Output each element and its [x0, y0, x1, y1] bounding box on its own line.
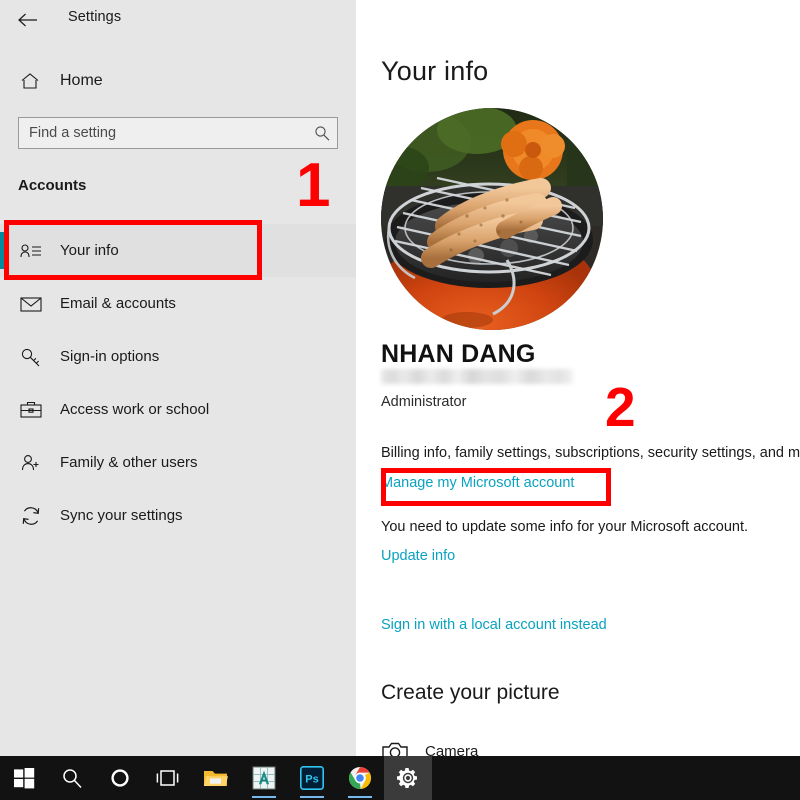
annotation-step-2: 2: [605, 380, 636, 435]
sidebar-item-sign-in-options[interactable]: Sign-in options: [0, 330, 356, 383]
update-info-link[interactable]: Update info: [381, 548, 455, 564]
sidebar-item-home[interactable]: Home: [0, 62, 356, 100]
main-content: Your info: [356, 0, 800, 756]
search-box[interactable]: [18, 117, 338, 149]
taskbar-cortana-button[interactable]: [96, 756, 144, 800]
sidebar-item-sync-your-settings[interactable]: Sync your settings: [0, 489, 356, 542]
user-plus-icon: [18, 451, 44, 475]
sidebar-item-access-work-school-label: Access work or school: [60, 401, 209, 418]
sync-icon: [18, 504, 44, 528]
taskbar-chrome-button[interactable]: [336, 756, 384, 800]
key-icon: [18, 345, 44, 369]
sidebar-item-email-accounts[interactable]: Email & accounts: [0, 277, 356, 330]
sidebar-item-family-other-users-label: Family & other users: [60, 454, 198, 471]
user-email-redacted: [381, 369, 573, 384]
taskbar-photoshop-button[interactable]: Ps: [288, 756, 336, 800]
avatar[interactable]: [381, 108, 603, 330]
update-info-note: You need to update some info for your Mi…: [381, 519, 748, 535]
search-icon[interactable]: [307, 118, 337, 148]
annotation-step-1: 1: [296, 155, 330, 217]
sidebar-item-sync-your-settings-label: Sync your settings: [60, 507, 183, 524]
sidebar-item-family-other-users[interactable]: Family & other users: [0, 436, 356, 489]
camera-option-label: Camera: [425, 743, 478, 757]
sidebar-section-title: Accounts: [18, 177, 86, 194]
taskbar-settings-button[interactable]: [384, 756, 432, 800]
annotation-box-manage-account: [381, 468, 611, 506]
taskbar-file-explorer-button[interactable]: [192, 756, 240, 800]
back-arrow-icon[interactable]: [15, 8, 41, 32]
annotation-box-your-info: [4, 220, 262, 280]
sidebar-item-home-label: Home: [60, 72, 103, 90]
settings-window: Settings Home Accounts: [0, 0, 800, 800]
page-title: Your info: [381, 56, 488, 87]
camera-icon: [381, 737, 409, 756]
taskbar-task-view-button[interactable]: [144, 756, 192, 800]
taskbar-start-button[interactable]: [0, 756, 48, 800]
billing-info-text: Billing info, family settings, subscript…: [381, 445, 800, 461]
sidebar-item-email-accounts-label: Email & accounts: [60, 295, 176, 312]
window-title: Settings: [68, 9, 121, 25]
title-bar: Settings: [0, 0, 356, 40]
taskbar-search-button[interactable]: [48, 756, 96, 800]
camera-option-row[interactable]: Camera: [381, 737, 478, 756]
settings-sidebar: Settings Home Accounts: [0, 0, 356, 756]
sign-in-local-account-link[interactable]: Sign in with a local account instead: [381, 617, 607, 633]
taskbar-autocad-button[interactable]: [240, 756, 288, 800]
search-input[interactable]: [19, 118, 307, 148]
sidebar-item-access-work-school[interactable]: Access work or school: [0, 383, 356, 436]
briefcase-icon: [18, 398, 44, 422]
user-name: NHAN DANG: [381, 340, 536, 369]
sidebar-item-sign-in-options-label: Sign-in options: [60, 348, 159, 365]
create-your-picture-title: Create your picture: [381, 681, 560, 705]
envelope-icon: [18, 292, 44, 316]
svg-text:Ps: Ps: [305, 774, 318, 786]
home-icon: [18, 69, 42, 93]
user-role: Administrator: [381, 394, 466, 410]
taskbar: Ps: [0, 756, 800, 800]
